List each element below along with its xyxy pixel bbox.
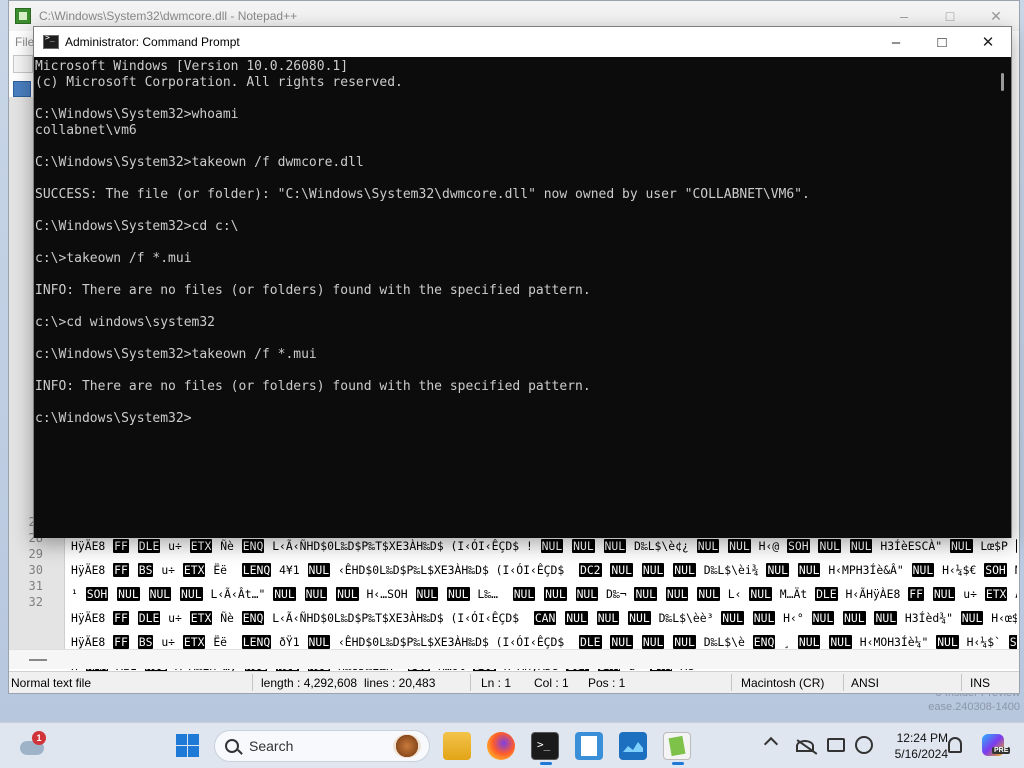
line-number: 30 <box>28 563 43 577</box>
file-explorer-icon[interactable] <box>443 732 471 760</box>
cmd-close-button[interactable]: ✕ <box>965 27 1011 57</box>
status-encoding[interactable]: ANSI <box>851 676 879 690</box>
clock-time: 12:24 PM <box>896 731 948 745</box>
editor-line: HÿÄE8 FF DLE u÷ ETX Ñè ENQ L‹Ã‹ÑHD$0L‰D$… <box>71 539 1017 553</box>
command-prompt-titlebar[interactable]: Administrator: Command Prompt – □ ✕ <box>34 27 1011 57</box>
line-number: 32 <box>28 595 43 609</box>
status-column: Col : 1 <box>534 676 569 690</box>
document-tab-icon[interactable] <box>13 81 31 97</box>
notepadpp-icon[interactable] <box>663 732 691 765</box>
search-highlight-icon <box>393 734 421 758</box>
status-length: length : 4,292,608 <box>261 676 358 690</box>
notepad-icon[interactable] <box>575 732 603 760</box>
watermark-line-2: ease.240308-1400 <box>928 701 1020 713</box>
language-icon[interactable] <box>855 736 873 754</box>
console-line: Microsoft Windows [Version 10.0.26080.1] <box>35 59 349 74</box>
console-line: collabnet\vm6 <box>35 123 137 138</box>
line-number: 31 <box>28 579 43 593</box>
console-line: (c) Microsoft Corporation. All rights re… <box>35 75 403 90</box>
status-file-type: Normal text file <box>11 676 92 690</box>
status-insert-mode[interactable]: INS <box>970 676 990 690</box>
console-output[interactable]: Microsoft Windows [Version 10.0.26080.1]… <box>34 57 995 538</box>
editor-line: HÿÄE8 FF BS u÷ ETX Ëë LENQ ðŸ1 NUL ‹ÊHD$… <box>71 635 1017 649</box>
console-line: C:\Windows\System32>whoami <box>35 107 239 122</box>
console-line: INFO: There are no files (or folders) fo… <box>35 379 591 394</box>
clock-date: 5/16/2024 <box>894 747 948 761</box>
search-box[interactable]: Search <box>214 730 430 762</box>
weather-widget[interactable]: 1 <box>20 731 46 759</box>
network-disconnected-icon[interactable] <box>796 740 814 752</box>
terminal-icon[interactable] <box>531 732 559 765</box>
search-label: Search <box>249 738 294 754</box>
console-line: c:\>takeown /f *.mui <box>35 251 192 266</box>
command-prompt-icon <box>43 33 59 49</box>
editor-line: HÿÄE8 FF BS u÷ ETX Ëë LENQ 4¥1 NUL ‹ÊHD$… <box>71 563 1017 577</box>
console-line: c:\>cd windows\system32 <box>35 315 216 330</box>
chevron-up-icon[interactable] <box>763 736 779 752</box>
console-scrollbar[interactable] <box>994 57 1011 538</box>
status-line: Ln : 1 <box>481 676 512 690</box>
menu-file[interactable]: File <box>15 35 34 49</box>
notepadpp-title: C:\Windows\System32\dwmcore.dll - Notepa… <box>39 9 298 23</box>
performance-monitor-icon[interactable] <box>619 732 647 760</box>
start-button[interactable] <box>176 734 199 757</box>
bell-icon[interactable] <box>948 737 962 753</box>
console-line: c:\Windows\System32> <box>35 411 192 426</box>
windows-logo-icon <box>176 734 187 745</box>
status-bar: Normal text file length : 4,292,608 line… <box>9 671 1019 693</box>
line-number: 29 <box>28 547 43 561</box>
command-prompt-window: Administrator: Command Prompt – □ ✕ Micr… <box>33 26 1012 538</box>
toolbar-new-icon[interactable] <box>13 55 33 73</box>
system-clock[interactable]: 12:24 PM 5/16/2024 <box>880 730 948 762</box>
status-eol[interactable]: Macintosh (CR) <box>741 676 824 690</box>
firefox-icon[interactable] <box>487 732 515 760</box>
console-line: c:\Windows\System32>takeown /f *.mui <box>35 347 317 362</box>
search-icon <box>225 739 239 753</box>
console-line: C:\Windows\System32>takeown /f dwmcore.d… <box>35 155 364 170</box>
notification-badge: 1 <box>32 731 46 745</box>
cmd-minimize-button[interactable]: – <box>873 27 919 57</box>
horizontal-scrollbar[interactable] <box>9 649 1019 669</box>
status-lines: lines : 20,483 <box>364 676 436 690</box>
copilot-preview-badge: PRE <box>992 747 1011 754</box>
taskbar: 1 Search 12:24 PM 5/16/2024 PRE <box>0 722 1024 768</box>
notepadpp-app-icon <box>15 8 31 24</box>
display-icon[interactable] <box>827 738 845 752</box>
console-line: C:\Windows\System32>cd c:\ <box>35 219 239 234</box>
status-position: Pos : 1 <box>588 676 626 690</box>
editor-line: ¹ SOH NUL NUL NUL L‹Ã‹Ât…" NUL NUL NUL H… <box>71 587 1017 601</box>
console-line: INFO: There are no files (or folders) fo… <box>35 283 591 298</box>
command-prompt-title: Administrator: Command Prompt <box>65 35 240 49</box>
console-scrollbar-thumb[interactable] <box>1001 73 1004 91</box>
cmd-maximize-button[interactable]: □ <box>919 27 965 57</box>
editor-line: HÿÄE8 FF DLE u÷ ETX Ñè ENQ L‹Ã‹ÑHD$0L‰D$… <box>71 611 1017 625</box>
console-line: SUCCESS: The file (or folder): "C:\Windo… <box>35 187 810 202</box>
